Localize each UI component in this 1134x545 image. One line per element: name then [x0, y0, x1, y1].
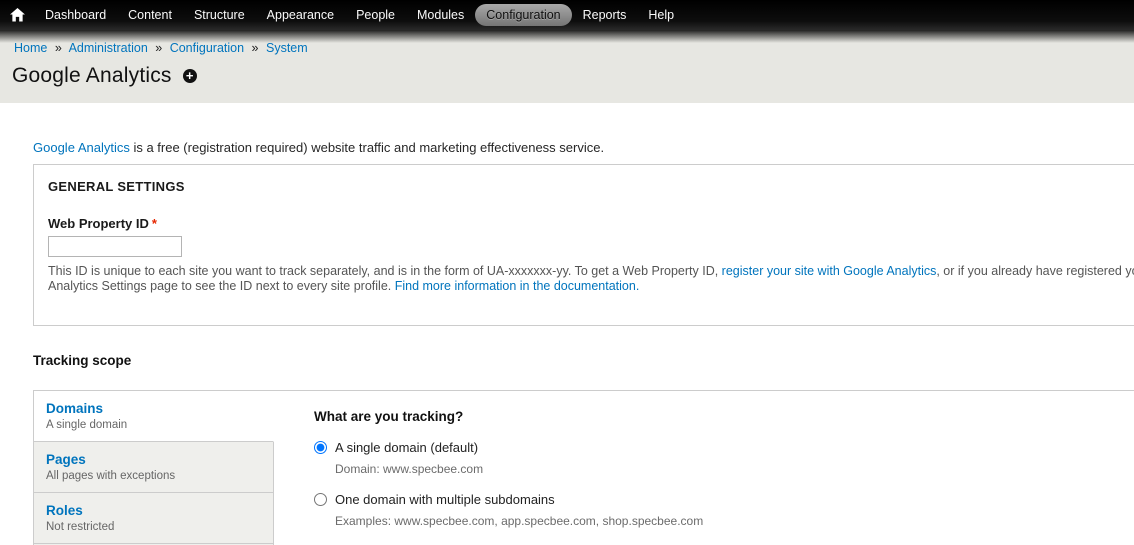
toolbar-item-configuration[interactable]: Configuration: [475, 4, 572, 26]
radio-option-0: A single domain (default): [314, 440, 1134, 455]
breadcrumb-separator: »: [155, 41, 163, 55]
breadcrumb-system[interactable]: System: [266, 41, 308, 55]
intro-text: Google Analytics is a free (registration…: [33, 140, 1134, 155]
required-marker: *: [151, 216, 157, 231]
web-property-id-input[interactable]: [48, 236, 182, 257]
documentation-link[interactable]: Find more information in the documentati…: [395, 279, 640, 293]
intro-text-rest: is a free (registration required) websit…: [129, 140, 605, 155]
page-title: Google Analytics: [12, 64, 172, 87]
web-property-id-label: Web Property ID *: [48, 216, 1134, 231]
toolbar-item-modules[interactable]: Modules: [406, 4, 475, 26]
vtab-pages-label: Pages: [46, 452, 86, 467]
toolbar-item-dashboard[interactable]: Dashboard: [34, 4, 117, 26]
register-site-link[interactable]: register your site with Google Analytics: [722, 264, 937, 278]
vertical-tabs-menu: Domains A single domain Pages All pages …: [34, 391, 274, 545]
google-analytics-link[interactable]: Google Analytics: [33, 140, 130, 155]
toolbar-item-appearance[interactable]: Appearance: [256, 4, 345, 26]
breadcrumb: Home » Administration » Configuration » …: [0, 30, 1134, 55]
add-shortcut-icon[interactable]: +: [182, 69, 197, 83]
toolbar-item-content[interactable]: Content: [117, 4, 183, 26]
main-content: Google Analytics is a free (registration…: [0, 103, 1134, 545]
vtab-pages-summary: All pages with exceptions: [46, 470, 176, 482]
subdomains-label[interactable]: One domain with multiple subdomains: [335, 492, 555, 507]
page-header: Home » Administration » Configuration » …: [0, 30, 1134, 103]
vtab-1[interactable]: Pages All pages with exceptions: [34, 442, 274, 493]
vtab-domains-summary: A single domain: [46, 419, 128, 431]
breadcrumb-separator: »: [54, 41, 62, 55]
admin-toolbar: Dashboard Content Structure Appearance P…: [0, 0, 1134, 30]
single-domain-radio[interactable]: [314, 441, 327, 454]
vtab-0[interactable]: Domains A single domain: [34, 391, 274, 442]
subdomains-radio[interactable]: [314, 493, 327, 506]
single-domain-label[interactable]: A single domain (default): [335, 440, 478, 455]
vtab-roles-label: Roles: [46, 503, 83, 518]
toolbar-item-structure[interactable]: Structure: [183, 4, 256, 26]
desc-text-3: Analytics Settings page to see the ID ne…: [48, 278, 395, 293]
vtab-roles-summary: Not restricted: [46, 521, 115, 533]
home-button[interactable]: [0, 8, 34, 22]
general-settings-fieldset: GENERAL SETTINGS Web Property ID * This I…: [33, 164, 1134, 326]
subdomains-description: Examples: www.specbee.com, app.specbee.c…: [335, 514, 704, 528]
toolbar-item-help[interactable]: Help: [637, 4, 685, 26]
domains-pane: What are you tracking? A single domain (…: [274, 391, 1134, 545]
general-settings-legend: GENERAL SETTINGS: [48, 179, 185, 194]
vtab-domains-label: Domains: [46, 401, 104, 416]
tracking-question: What are you tracking?: [314, 409, 464, 424]
home-icon: [10, 8, 25, 22]
single-domain-description: Domain: www.specbee.com: [335, 462, 484, 476]
breadcrumb-separator: »: [251, 41, 259, 55]
breadcrumb-home[interactable]: Home: [14, 41, 47, 55]
tracking-scope-heading: Tracking scope: [33, 353, 132, 368]
tracking-scope-fieldset: Domains A single domain Pages All pages …: [33, 390, 1134, 545]
web-property-id-description: This ID is unique to each site you want …: [48, 264, 1134, 293]
vtab-2[interactable]: Roles Not restricted: [34, 493, 274, 544]
radio-option-1: One domain with multiple subdomains: [314, 492, 1134, 507]
desc-text-2: , or if you already have registered your…: [936, 264, 1134, 278]
toolbar-item-reports[interactable]: Reports: [572, 4, 638, 26]
breadcrumb-configuration[interactable]: Configuration: [170, 41, 244, 55]
desc-text-1: This ID is unique to each site you want …: [48, 264, 722, 278]
toolbar-item-people[interactable]: People: [345, 4, 406, 26]
breadcrumb-administration[interactable]: Administration: [69, 41, 148, 55]
web-property-id-label-text: Web Property ID: [48, 216, 149, 231]
